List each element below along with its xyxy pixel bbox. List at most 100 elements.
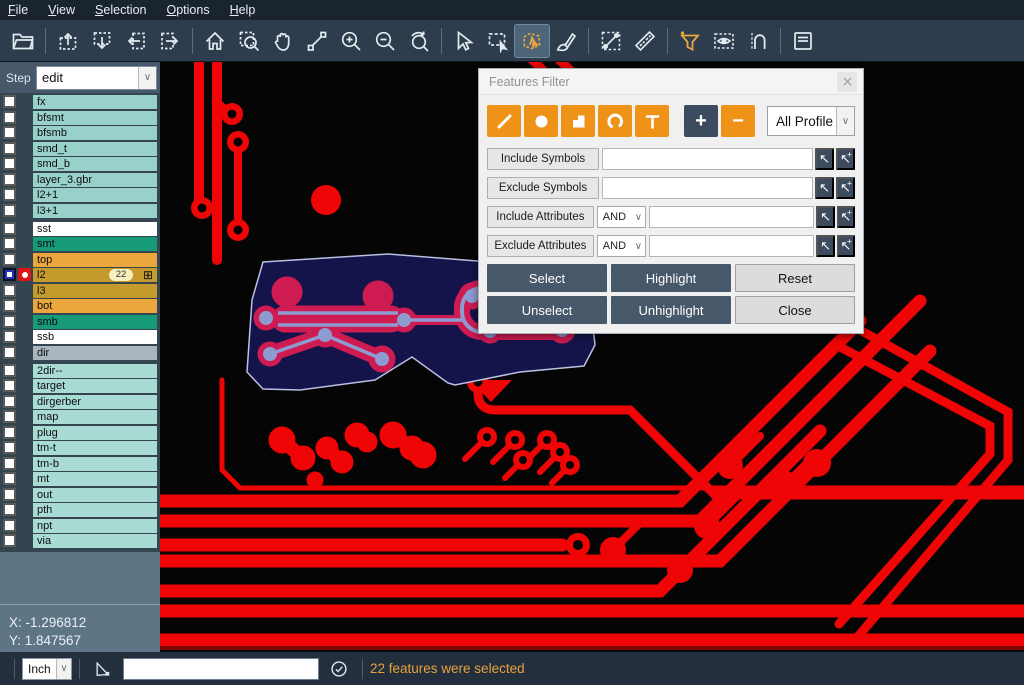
layer-name[interactable]: out bbox=[33, 488, 157, 502]
zoom-in-button[interactable] bbox=[334, 25, 368, 57]
layer-name[interactable]: l3 bbox=[33, 284, 157, 298]
ruler-button[interactable] bbox=[628, 25, 662, 57]
filter-surface-button[interactable] bbox=[561, 105, 595, 137]
unhighlight-button[interactable]: Unhighlight bbox=[611, 296, 731, 324]
menu-file[interactable]: File bbox=[8, 3, 28, 17]
layer-name[interactable]: bot bbox=[33, 299, 157, 313]
exclude-attributes-logic-select[interactable]: AND ∨ bbox=[597, 235, 647, 257]
layer-checkbox-tm-b[interactable] bbox=[3, 457, 16, 470]
layer-name[interactable]: top bbox=[33, 253, 157, 267]
layer-name[interactable]: bfsmb bbox=[33, 126, 157, 140]
layer-checkbox-map[interactable] bbox=[3, 410, 16, 423]
layer-name[interactable]: fx bbox=[33, 95, 157, 109]
dialog-close-button[interactable] bbox=[837, 72, 857, 92]
exclude-attributes-input[interactable] bbox=[649, 235, 814, 257]
layer-checkbox-smt[interactable] bbox=[3, 237, 16, 250]
filter-pad-button[interactable] bbox=[524, 105, 558, 137]
view-box-button[interactable] bbox=[707, 25, 741, 57]
layer-name[interactable]: bfsmt bbox=[33, 111, 157, 125]
filter-text-button[interactable] bbox=[635, 105, 669, 137]
layer-name[interactable]: map bbox=[33, 410, 157, 424]
polarity-positive-button[interactable]: + bbox=[684, 105, 718, 137]
move-left-button[interactable] bbox=[119, 25, 153, 57]
layer-checkbox-dir[interactable] bbox=[3, 346, 16, 359]
layer-checkbox-smd_b[interactable] bbox=[3, 157, 16, 170]
units-select[interactable]: Inch ∨ bbox=[22, 658, 72, 680]
menu-view[interactable]: View bbox=[48, 3, 75, 17]
layer-checkbox-bfsmb[interactable] bbox=[3, 126, 16, 139]
layer-name[interactable]: pth bbox=[33, 503, 157, 517]
layer-name[interactable]: sst bbox=[33, 222, 157, 236]
clean-button[interactable] bbox=[549, 25, 583, 57]
layer-checkbox-bfsmt[interactable] bbox=[3, 111, 16, 124]
layer-checkbox-pth[interactable] bbox=[3, 503, 16, 516]
layer-checkbox-l3[interactable] bbox=[3, 284, 16, 297]
feature-form-button[interactable] bbox=[786, 25, 820, 57]
pick-attributes-button[interactable]: ↖ bbox=[816, 235, 834, 257]
profile-select[interactable]: All Profile ∨ bbox=[767, 106, 855, 136]
layer-checkbox-dirgerber[interactable] bbox=[3, 395, 16, 408]
select-rectangle-button[interactable] bbox=[481, 25, 515, 57]
angle-snap-icon[interactable] bbox=[91, 657, 115, 681]
layer-checkbox-npt[interactable] bbox=[3, 519, 16, 532]
unselect-button[interactable]: Unselect bbox=[487, 296, 607, 324]
zoom-out-button[interactable] bbox=[368, 25, 402, 57]
layer-checkbox-smb[interactable] bbox=[3, 315, 16, 328]
pick-attributes-button[interactable]: ↖ bbox=[816, 206, 834, 228]
pick-symbols-button[interactable]: ↖ bbox=[815, 148, 834, 170]
select-arrow-button[interactable] bbox=[447, 25, 481, 57]
polarity-negative-button[interactable]: − bbox=[721, 105, 755, 137]
pan-button[interactable] bbox=[266, 25, 300, 57]
features-filter-button[interactable] bbox=[673, 25, 707, 57]
layer-checkbox-layer_3.gbr[interactable] bbox=[3, 173, 16, 186]
layer-name[interactable]: npt bbox=[33, 519, 157, 533]
layer-checkbox-plug[interactable] bbox=[3, 426, 16, 439]
measure-button[interactable] bbox=[594, 25, 628, 57]
layer-name[interactable]: dir bbox=[33, 346, 157, 360]
include-symbols-input[interactable] bbox=[602, 148, 813, 170]
layer-checkbox-bot[interactable] bbox=[3, 299, 16, 312]
pick-add-symbols-button[interactable]: ↖+ bbox=[836, 148, 855, 170]
select-reference-button[interactable] bbox=[515, 25, 549, 57]
layer-name[interactable]: l3+1 bbox=[33, 204, 157, 218]
layer-checkbox-via[interactable] bbox=[3, 534, 16, 547]
layer-checkbox-l3+1[interactable] bbox=[3, 204, 16, 217]
layer-checkbox-smd_t[interactable] bbox=[3, 142, 16, 155]
command-input[interactable] bbox=[123, 658, 319, 680]
layer-checkbox-out[interactable] bbox=[3, 488, 16, 501]
highlight-button[interactable]: Highlight bbox=[611, 264, 731, 292]
pick-symbols-button[interactable]: ↖ bbox=[815, 177, 834, 199]
include-attributes-input[interactable] bbox=[649, 206, 814, 228]
layer-name[interactable]: target bbox=[33, 379, 157, 393]
layer-name[interactable]: mt bbox=[33, 472, 157, 486]
filter-arc-button[interactable] bbox=[598, 105, 632, 137]
layer-name[interactable]: tm-t bbox=[33, 441, 157, 455]
pick-add-attributes-button[interactable]: ↖+ bbox=[837, 206, 855, 228]
layer-checkbox-2dir--[interactable] bbox=[3, 364, 16, 377]
exclude-symbols-input[interactable] bbox=[602, 177, 813, 199]
layer-checkbox-mt[interactable] bbox=[3, 472, 16, 485]
layer-name[interactable]: tm-b bbox=[33, 457, 157, 471]
layer-name[interactable]: smb bbox=[33, 315, 157, 329]
menu-options[interactable]: Options bbox=[166, 3, 209, 17]
layer-name[interactable]: l2+1 bbox=[33, 188, 157, 202]
select-button[interactable]: Select bbox=[487, 264, 607, 292]
zoom-window-button[interactable] bbox=[300, 25, 334, 57]
home-view-button[interactable] bbox=[198, 25, 232, 57]
layer-checkbox-top[interactable] bbox=[3, 253, 16, 266]
menu-help[interactable]: Help bbox=[230, 3, 256, 17]
exclude-symbols-button[interactable]: Exclude Symbols bbox=[487, 177, 599, 199]
step-select[interactable]: edit ∨ bbox=[36, 66, 157, 90]
open-button[interactable] bbox=[6, 25, 40, 57]
layer-checkbox-ssb[interactable] bbox=[3, 330, 16, 343]
layer-checkbox-fx[interactable] bbox=[3, 95, 16, 108]
zoom-area-button[interactable] bbox=[232, 25, 266, 57]
net-trace-button[interactable] bbox=[741, 25, 775, 57]
pick-add-symbols-button[interactable]: ↖+ bbox=[836, 177, 855, 199]
layer-checkbox-l2[interactable] bbox=[3, 268, 16, 281]
refresh-check-icon[interactable] bbox=[327, 657, 351, 681]
layer-name[interactable]: ssb bbox=[33, 330, 157, 344]
move-up-button[interactable] bbox=[51, 25, 85, 57]
exclude-attributes-button[interactable]: Exclude Attributes bbox=[487, 235, 594, 257]
layer-name[interactable]: 2dir-- bbox=[33, 364, 157, 378]
